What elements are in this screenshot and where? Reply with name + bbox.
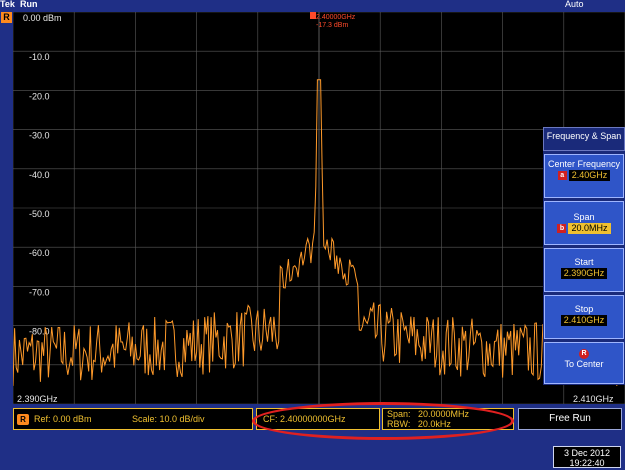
y-axis-label: -50.0 (29, 209, 50, 219)
time-label: 19:22:40 (569, 458, 605, 468)
span-label: Span (573, 212, 595, 222)
top-status-bar: Tek Run Auto (0, 0, 625, 12)
center-frequency-value: 2.40GHz (568, 170, 611, 181)
menu-title: Frequency & Span (543, 127, 625, 151)
marker-frequency-readout: 2.40000GHz (316, 14, 356, 21)
to-center-label: To Center (564, 359, 604, 369)
y-axis-label: -40.0 (29, 170, 50, 180)
free-run-status[interactable]: Free Run (518, 408, 622, 430)
spectrum-graticule: 0.00 dBm -10.0 -20.0 -30.0 -40.0 -50.0 -60.0 -7… (12, 11, 625, 405)
span-button[interactable]: Span b 20.0MHz (544, 201, 624, 245)
marker-level-readout: -17.3 dBm (316, 22, 348, 29)
stop-button[interactable]: Stop 2.410GHz (544, 295, 624, 339)
start-value: 2.390GHz (560, 268, 608, 279)
ref-level-readout: Ref: 0.00 dBm (34, 414, 92, 424)
scale-readout: Scale: 10.0 dB/div (132, 414, 205, 424)
trigger-mode[interactable]: Auto (565, 0, 584, 9)
y-axis-label: -30.0 (29, 131, 50, 141)
stop-value: 2.410GHz (560, 315, 608, 326)
start-frequency-label: 2.390GHz (17, 394, 58, 404)
start-label: Start (574, 257, 594, 267)
spectrum-display[interactable]: 0.00 dBm -10.0 -20.0 -30.0 -40.0 -50.0 -60.0 -7… (12, 11, 625, 405)
marker-r-icon[interactable] (310, 12, 316, 19)
date-time-display: 3 Dec 2012 19:22:40 (553, 446, 621, 468)
to-center-button[interactable]: R To Center (544, 342, 624, 384)
center-frequency-label: Center Frequency (547, 159, 621, 169)
y-axis-label: -60.0 (29, 248, 50, 258)
acquisition-state[interactable]: Run (20, 0, 38, 9)
highlight-ellipse (252, 402, 514, 440)
stop-label: Stop (574, 304, 594, 314)
y-axis-label: -70.0 (29, 287, 50, 297)
stop-frequency-label: 2.410GHz (573, 394, 614, 404)
frequency-span-menu: Frequency & Span Center Frequency a 2.40G… (543, 127, 625, 385)
center-frequency-button[interactable]: Center Frequency a 2.40GHz (544, 154, 624, 198)
to-center-r-icon: R (579, 349, 589, 359)
ref-r-icon: R (17, 414, 29, 425)
y-axis-label: 0.00 dBm (23, 13, 62, 23)
y-axis-label: -20.0 (29, 91, 50, 101)
span-value: 20.0MHz (568, 223, 611, 234)
reference-scale-box[interactable]: R Ref: 0.00 dBm Scale: 10.0 dB/div (13, 408, 253, 430)
brand-label: Tek (0, 0, 15, 9)
y-axis-label: -10.0 (29, 52, 50, 62)
start-button[interactable]: Start 2.390GHz (544, 248, 624, 292)
tag-b-icon: b (557, 224, 567, 234)
tag-a-icon: a (557, 171, 567, 181)
reference-marker[interactable]: R (1, 12, 12, 23)
date-label: 3 Dec 2012 (563, 448, 611, 458)
